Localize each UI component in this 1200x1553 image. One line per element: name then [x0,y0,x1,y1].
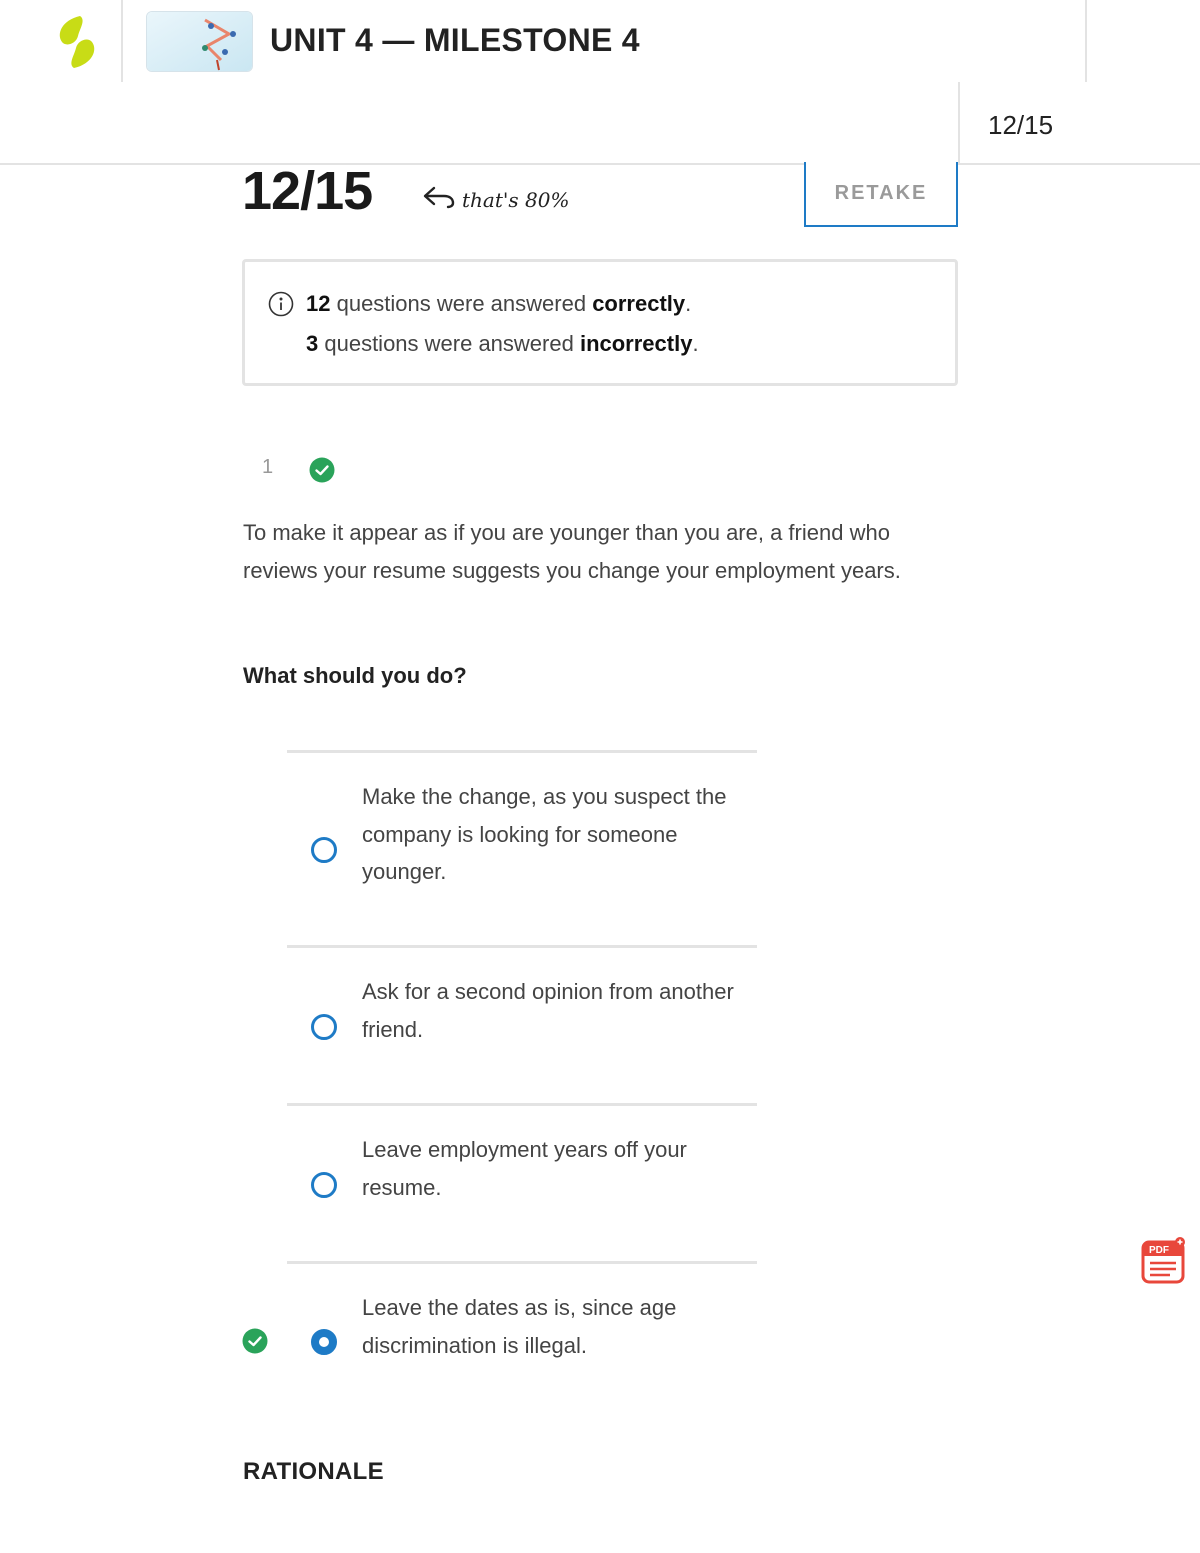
option-radio-3[interactable] [311,1172,337,1198]
check-circle-icon [309,457,335,483]
option-divider [287,750,757,753]
option-divider [287,1103,757,1106]
incorrect-count: 3 [306,331,319,356]
option-label-2[interactable]: Ask for a second opinion from another fr… [362,973,752,1048]
pdf-icon[interactable]: PDF [1140,1236,1188,1286]
info-icon [268,291,294,317]
quiz-score: 12/15 [242,161,373,221]
option-label-1[interactable]: Make the change, as you suspect the comp… [362,778,752,891]
results-summary [242,259,958,386]
svg-text:PDF: PDF [1149,1245,1169,1256]
option-label-3[interactable]: Leave employment years off your resume. [362,1131,752,1206]
retake-button[interactable]: RETAKE [804,162,958,227]
option-divider [287,1261,757,1264]
question-number: 1 [262,456,274,478]
option-radio-1[interactable] [311,837,337,863]
percent-note: that's 80% [462,188,570,212]
question-prompt: What should you do? [243,663,467,688]
summary-text: questions were answered [330,291,593,316]
option-radio-4[interactable] [311,1329,337,1355]
brand-logo-icon[interactable] [50,14,102,70]
summary-period: . [692,331,699,356]
correct-word: correctly [592,291,686,316]
question-text: To make it appear as if you are younger … [243,520,901,583]
header-divider [121,0,123,82]
score-bar-divider [958,82,960,165]
page-title: UNIT 4 — MILESTONE 4 [270,22,640,58]
unit-thumbnail [146,11,253,72]
summary-text: questions were answered [318,331,580,356]
header-score: 12/15 [988,110,1054,140]
summary-incorrect: 3 questions were answered incorrectly. [306,331,699,357]
undo-arrow-icon [423,186,455,209]
option-radio-2[interactable] [311,1014,337,1040]
correct-answer-check-icon [242,1328,268,1354]
summary-correct: 12 questions were answered correctly. [306,291,691,317]
top-header: UNIT 4 — MILESTONE 4 [0,0,1200,82]
option-divider [287,945,757,948]
header-divider-right [1085,0,1087,82]
incorrect-word: incorrectly [579,331,693,356]
option-label-4[interactable]: Leave the dates as is, since age discrim… [362,1289,752,1364]
summary-period: . [685,291,692,316]
correct-count: 12 [306,291,331,316]
rationale-heading: RATIONALE [243,1458,384,1485]
